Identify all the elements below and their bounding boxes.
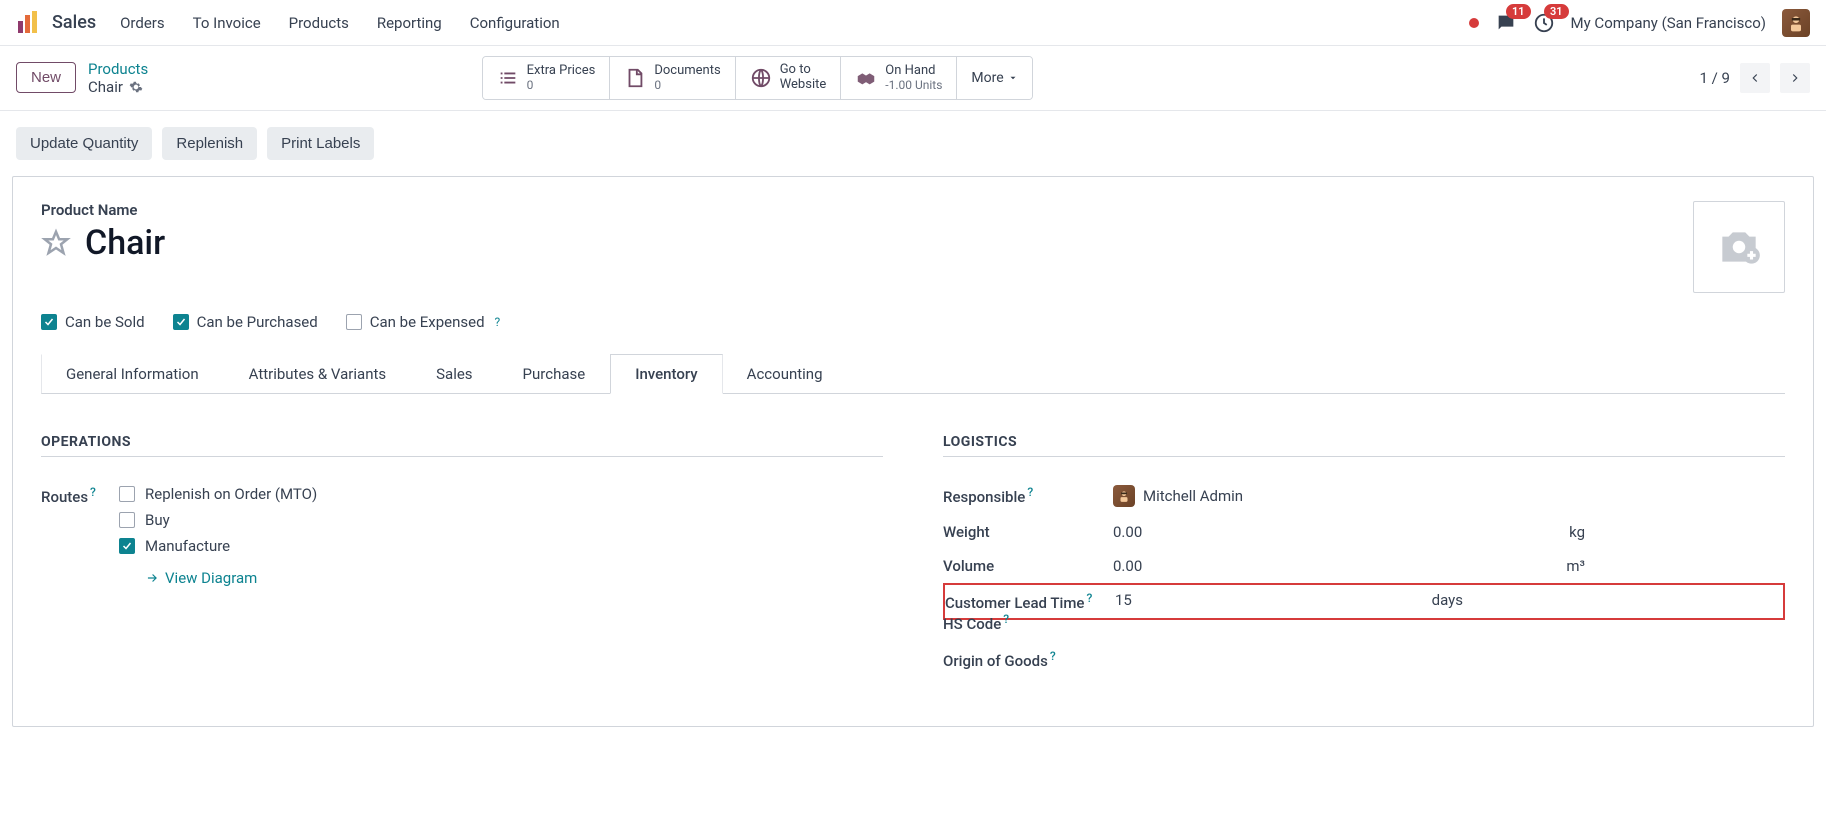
route-mto[interactable]: Replenish on Order (MTO) <box>119 485 317 503</box>
lead-time-unit: days <box>1432 591 1783 609</box>
activities-badge: 31 <box>1544 4 1569 19</box>
help-icon[interactable]: ? <box>1086 591 1092 605</box>
route-manufacture[interactable]: Manufacture <box>119 537 317 555</box>
checkbox-icon <box>173 314 189 330</box>
form-sheet: Product Name Chair Can be Sold Can be Pu… <box>12 176 1814 727</box>
more-label: More <box>971 70 1003 86</box>
checkbox-icon <box>119 512 135 528</box>
app-logo-icon <box>16 11 40 35</box>
camera-plus-icon <box>1709 222 1769 272</box>
tab-inventory[interactable]: Inventory <box>610 354 722 394</box>
routes-label: Routes? <box>41 485 119 506</box>
nav-configuration[interactable]: Configuration <box>470 14 560 32</box>
globe-icon <box>750 67 772 89</box>
route-buy[interactable]: Buy <box>119 511 317 529</box>
checkbox-icon <box>41 314 57 330</box>
tab-content-inventory: OPERATIONS Routes? Replenish on Order (M… <box>41 394 1785 686</box>
checkbox-icon <box>346 314 362 330</box>
can-be-purchased-check[interactable]: Can be Purchased <box>173 313 318 331</box>
arrow-right-icon <box>145 571 159 585</box>
nav-to-invoice[interactable]: To Invoice <box>193 14 261 32</box>
top-navbar: Sales Orders To Invoice Products Reporti… <box>0 0 1826 46</box>
avatar-face-icon <box>1786 13 1806 33</box>
caret-down-icon <box>1008 73 1018 83</box>
breadcrumb-current: Chair <box>88 78 148 96</box>
stat-more[interactable]: More <box>957 57 1031 99</box>
tabs: General Information Attributes & Variant… <box>41 353 1785 394</box>
breadcrumb: Products Chair <box>88 60 148 96</box>
volume-value[interactable]: 0.00 <box>1113 557 1142 575</box>
control-panel: New Products Chair Extra Prices0 Documen… <box>0 46 1826 111</box>
messages-button[interactable]: 11 <box>1495 12 1517 34</box>
checkbox-icon <box>119 486 135 502</box>
messages-badge: 11 <box>1506 4 1531 19</box>
tab-accounting[interactable]: Accounting <box>723 354 848 394</box>
list-icon <box>497 67 519 89</box>
product-name-label: Product Name <box>41 201 165 219</box>
tab-general-info[interactable]: General Information <box>41 354 224 394</box>
stat-documents[interactable]: Documents0 <box>610 57 735 99</box>
print-labels-button[interactable]: Print Labels <box>267 127 374 160</box>
breadcrumb-current-text: Chair <box>88 78 123 96</box>
nav-menu: Orders To Invoice Products Reporting Con… <box>120 14 560 32</box>
weight-label: Weight <box>943 523 1113 541</box>
update-quantity-button[interactable]: Update Quantity <box>16 127 152 160</box>
volume-label: Volume <box>943 557 1113 575</box>
volume-unit: m³ <box>1566 557 1785 575</box>
nav-orders[interactable]: Orders <box>120 14 165 32</box>
section-logistics-title: LOGISTICS <box>943 434 1785 457</box>
gear-icon[interactable] <box>129 80 143 94</box>
origin-label: Origin of Goods? <box>943 649 1113 670</box>
chevron-left-icon <box>1748 71 1762 85</box>
pager-next[interactable] <box>1780 63 1810 93</box>
new-button[interactable]: New <box>16 62 76 93</box>
responsible-value[interactable]: Mitchell Admin <box>1113 485 1785 507</box>
user-avatar[interactable] <box>1782 9 1810 37</box>
stat-extra-prices[interactable]: Extra Prices0 <box>483 57 611 99</box>
status-dot-icon <box>1469 18 1479 28</box>
pager-prev[interactable] <box>1740 63 1770 93</box>
product-image-placeholder[interactable] <box>1693 201 1785 293</box>
tab-attributes[interactable]: Attributes & Variants <box>224 354 411 394</box>
stat-buttons: Extra Prices0 Documents0 Go toWebsite On… <box>482 56 1033 100</box>
can-be-expensed-check[interactable]: Can be Expensed? <box>346 313 500 331</box>
product-name[interactable]: Chair <box>85 223 165 263</box>
action-bar: Update Quantity Replenish Print Labels <box>0 111 1826 160</box>
chevron-right-icon <box>1788 71 1802 85</box>
can-be-sold-check[interactable]: Can be Sold <box>41 313 145 331</box>
stat-website[interactable]: Go toWebsite <box>736 57 842 99</box>
company-switcher[interactable]: My Company (San Francisco) <box>1571 14 1766 32</box>
stat-on-hand[interactable]: On Hand-1.00 Units <box>841 57 957 99</box>
nav-reporting[interactable]: Reporting <box>377 14 442 32</box>
help-icon[interactable]: ? <box>1050 649 1056 663</box>
help-icon[interactable]: ? <box>1003 612 1009 626</box>
tab-sales[interactable]: Sales <box>411 354 497 394</box>
weight-value[interactable]: 0.00 <box>1113 523 1142 541</box>
weight-unit: kg <box>1569 523 1785 541</box>
pager-text[interactable]: 1 / 9 <box>1700 69 1731 87</box>
hs-code-label: HS Code? <box>943 612 1113 633</box>
pager: 1 / 9 <box>1700 63 1811 93</box>
responsible-label: Responsible? <box>943 485 1113 506</box>
document-icon <box>624 67 646 89</box>
view-diagram-link[interactable]: View Diagram <box>145 569 317 587</box>
replenish-button[interactable]: Replenish <box>162 127 257 160</box>
tab-purchase[interactable]: Purchase <box>498 354 611 394</box>
activities-button[interactable]: 31 <box>1533 12 1555 34</box>
help-icon[interactable]: ? <box>90 485 96 499</box>
nav-products[interactable]: Products <box>289 14 349 32</box>
breadcrumb-parent[interactable]: Products <box>88 60 148 78</box>
star-icon[interactable] <box>41 228 71 258</box>
lead-time-label: Customer Lead Time? <box>945 591 1115 612</box>
section-operations-title: OPERATIONS <box>41 434 883 457</box>
boxes-icon <box>855 67 877 89</box>
help-icon[interactable]: ? <box>495 315 501 329</box>
help-icon[interactable]: ? <box>1027 485 1033 499</box>
app-title[interactable]: Sales <box>52 12 96 33</box>
lead-time-value[interactable]: 15 <box>1115 591 1132 609</box>
avatar-icon <box>1113 485 1135 507</box>
checkbox-icon <box>119 538 135 554</box>
